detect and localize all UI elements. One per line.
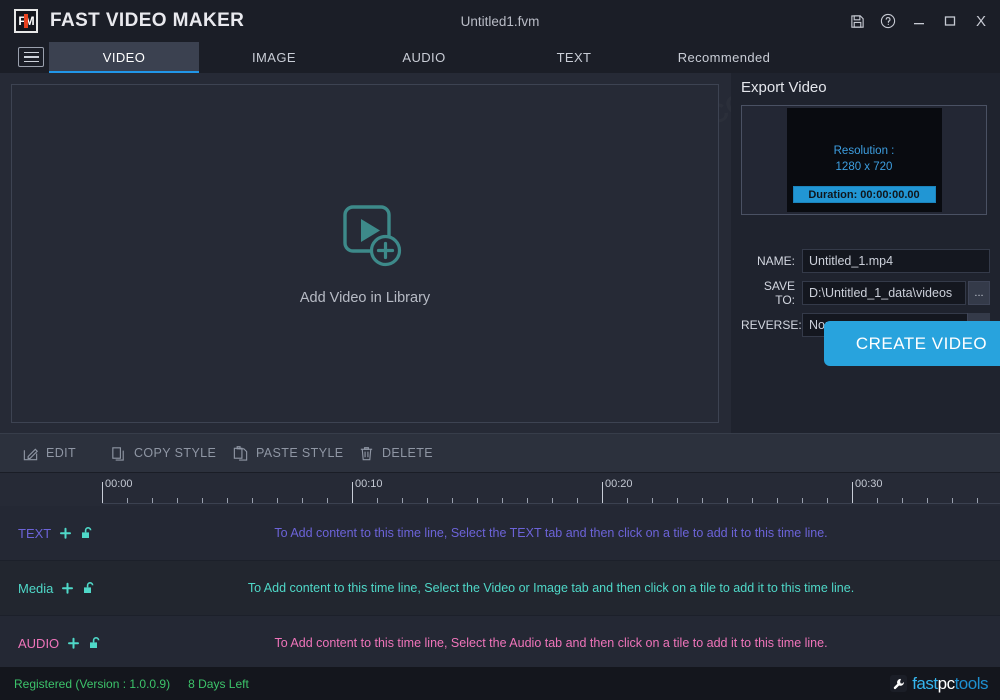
toolbar-button-label: COPY STYLE (134, 446, 217, 460)
ruler-time-label: 00:20 (605, 478, 633, 490)
toolbar-button-label: PASTE STYLE (256, 446, 344, 460)
export-preview-box: Resolution : 1280 x 720 Duration: 00:00:… (741, 105, 987, 215)
export-preview-screen: Resolution : 1280 x 720 Duration: 00:00:… (786, 108, 942, 212)
minimize-button[interactable] (910, 12, 928, 30)
wrench-icon (890, 675, 908, 692)
main-content: Add Video in Library Export Video Resolu… (0, 73, 1000, 433)
copy-icon (110, 445, 127, 462)
timeline-track-media: Media To Add content to this time line, S… (0, 561, 1000, 616)
export-panel-title: Export Video (741, 79, 827, 96)
clip-edit-toolbar: EDIT COPY STYLE PASTE STYLE DELETE (0, 433, 1000, 473)
fastpctools-brand[interactable]: fastpctools (890, 667, 989, 700)
trial-days-left: 8 Days Left (188, 676, 249, 691)
track-header: AUDIO (0, 616, 102, 670)
ruler-time-label: 00:00 (105, 478, 133, 490)
close-button[interactable]: X (972, 12, 990, 30)
paste-icon (232, 445, 249, 462)
brand-part-fast: fast (912, 674, 938, 693)
edit-pencil-icon (22, 445, 39, 462)
tab-list: VIDEO IMAGE AUDIO TEXT Recommended (49, 42, 799, 73)
tab-text[interactable]: TEXT (499, 42, 649, 73)
help-icon[interactable] (879, 12, 897, 30)
track-empty-message[interactable]: To Add content to this time line, Select… (102, 506, 1000, 560)
window-controls: X (848, 0, 990, 42)
brand-part-pc: pc (937, 674, 955, 693)
trash-icon (358, 445, 375, 462)
add-track-icon[interactable] (67, 637, 80, 650)
track-header: Media (0, 561, 102, 615)
unlock-icon[interactable] (82, 581, 96, 595)
timeline-panel: 00:00 00:10 00:20 00:30 TEXT To Add content … (0, 473, 1000, 671)
app-logo-accent (24, 14, 28, 28)
delete-button[interactable]: DELETE (358, 445, 433, 462)
track-empty-message[interactable]: To Add content to this time line, Select… (102, 561, 1000, 615)
tab-audio[interactable]: AUDIO (349, 42, 499, 73)
add-video-icon (324, 201, 406, 280)
tab-video[interactable]: VIDEO (49, 42, 199, 73)
toolbar-button-label: EDIT (46, 446, 77, 460)
save-to-field-label: SAVE TO: (763, 279, 795, 307)
tab-image[interactable]: IMAGE (199, 42, 349, 73)
resolution-value: 1280 x 720 (835, 161, 893, 173)
add-track-icon[interactable] (59, 527, 72, 540)
timeline-ruler[interactable]: 00:00 00:10 00:20 00:30 (102, 478, 1000, 504)
resolution-label: Resolution : (833, 145, 895, 158)
toolbar-button-label: DELETE (382, 446, 434, 460)
create-video-button[interactable]: CREATE VIDEO (824, 321, 1000, 366)
name-field-row: NAME: Untitled_1.mp4 (741, 249, 990, 273)
unlock-icon[interactable] (80, 526, 94, 540)
add-video-label: Add Video in Library (299, 290, 431, 306)
add-video-drop-zone[interactable]: Add Video in Library (12, 85, 718, 422)
maximize-button[interactable] (941, 12, 959, 30)
track-header: TEXT (0, 506, 102, 560)
name-input[interactable]: Untitled_1.mp4 (802, 249, 990, 273)
browse-button[interactable]: ... (968, 281, 990, 305)
app-logo-icon: FM (14, 9, 38, 33)
export-video-panel: Export Video Resolution : 1280 x 720 Dur… (731, 73, 1000, 433)
timeline-track-text: TEXT To Add content to this time line, Se… (0, 506, 1000, 561)
brand-wordmark: fastpctools (912, 675, 988, 692)
fast-video-maker-window: WINDOWS DOWNLOAD .COM DOWN.COM FM FAST V… (0, 0, 1000, 700)
status-bar: Registered (Version : 1.0.0.9) 8 Days Le… (0, 667, 1000, 700)
edit-button[interactable]: EDIT (22, 445, 76, 462)
status-left-group: Registered (Version : 1.0.0.9) 8 Days Le… (14, 677, 249, 691)
copy-style-button[interactable]: COPY STYLE (110, 445, 216, 462)
track-name-label: AUDIO (18, 635, 60, 651)
save-to-input[interactable]: D:\Untitled_1_data\videos (802, 281, 966, 305)
track-name-label: TEXT (18, 525, 52, 541)
tab-bar: VIDEO IMAGE AUDIO TEXT Recommended (0, 42, 1000, 73)
registration-status: Registered (Version : 1.0.0.9) (14, 676, 171, 691)
title-bar: FM FAST VIDEO MAKER Untitled1.fvm (0, 0, 1000, 42)
ruler-time-label: 00:30 (855, 478, 883, 490)
paste-style-button[interactable]: PASTE STYLE (232, 445, 344, 462)
track-name-label: Media (18, 580, 54, 596)
save-icon[interactable] (848, 12, 866, 30)
media-library-panel: Add Video in Library (11, 84, 719, 423)
name-field-label: NAME: (756, 254, 795, 268)
save-to-field-row: SAVE TO: D:\Untitled_1_data\videos ... (741, 279, 990, 307)
brand-part-tools: tools (954, 674, 989, 693)
add-track-icon[interactable] (61, 582, 74, 595)
duration-bar: Duration: 00:00:00.00 (792, 186, 936, 203)
app-name: FAST VIDEO MAKER (50, 10, 245, 31)
track-empty-message[interactable]: To Add content to this time line, Select… (102, 616, 1000, 670)
unlock-icon[interactable] (88, 636, 102, 650)
reverse-field-label: REVERSE: (741, 318, 802, 332)
hamburger-menu-icon[interactable] (18, 47, 44, 67)
timeline-track-audio: AUDIO To Add content to this time line, S… (0, 616, 1000, 671)
tab-recommended[interactable]: Recommended (649, 42, 799, 73)
ruler-time-label: 00:10 (355, 478, 383, 490)
timeline-ruler-baseline (102, 503, 1000, 504)
